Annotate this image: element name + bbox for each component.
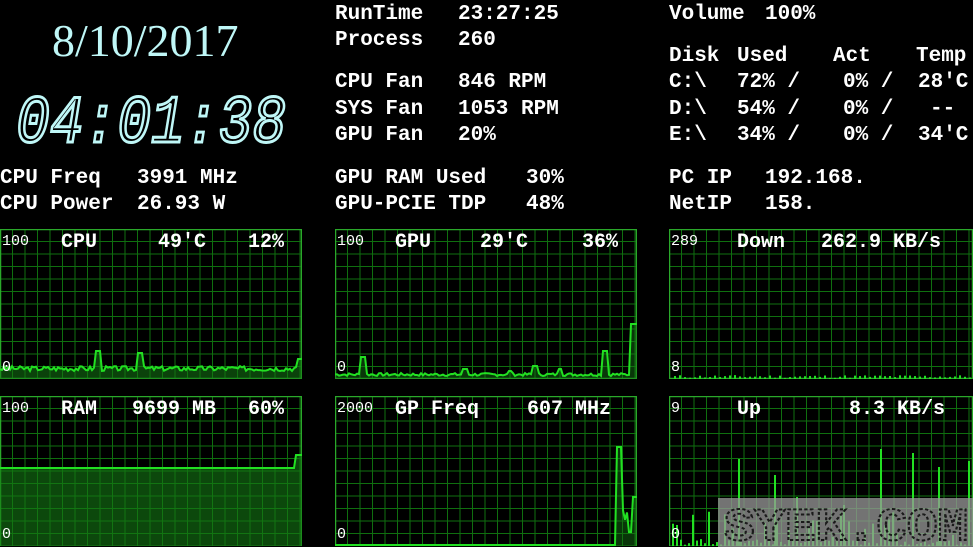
clock-display: 04:01:38 <box>15 85 288 151</box>
up-graph-label: Up <box>737 398 762 421</box>
disk-d-used: 54% / <box>737 98 801 121</box>
up-graph-min: 0 <box>671 526 681 543</box>
gpfreq-graph-value: 607 MHz <box>527 398 612 421</box>
ram-graph-max: 100 <box>2 400 30 417</box>
net-ip-value: 158. <box>765 193 816 216</box>
volume-value: 100% <box>765 3 816 26</box>
process-value: 260 <box>458 29 496 52</box>
down-graph-min: 8 <box>671 359 681 376</box>
graph-trace <box>335 323 637 378</box>
cpu-graph-value: 12% <box>248 231 285 254</box>
gpu-tdp-label: GPU-PCIE TDP <box>335 193 487 216</box>
ram-graph-panel: 100 0 RAM 9699 MB 60% <box>0 396 302 546</box>
cpu-graph-temp: 49'C <box>158 231 207 254</box>
down-graph-panel: 289 8 Down 262.9 KB/s <box>669 229 973 379</box>
gpu-tdp-value: 48% <box>526 193 564 216</box>
cpu-fan-label: CPU Fan <box>335 71 424 94</box>
pc-ip-value: 192.168. <box>765 167 866 190</box>
pc-ip-label: PC IP <box>669 167 733 190</box>
down-graph-label: Down <box>737 231 786 254</box>
disk-d-act: 0% / <box>843 98 894 121</box>
down-graph-value: 262.9 KB/s <box>821 231 942 254</box>
watermark-text: SYEK.COM <box>724 502 968 547</box>
disk-e-used: 34% / <box>737 124 801 147</box>
cpu-power-value: 26.93 W <box>137 193 226 216</box>
gpu-graph-value: 36% <box>582 231 619 254</box>
runtime-label: RunTime <box>335 3 424 26</box>
down-graph-max: 289 <box>671 233 699 250</box>
disk-c-act: 0% / <box>843 71 894 94</box>
cpu-fan-value: 846 RPM <box>458 71 547 94</box>
graph-trace <box>0 454 302 469</box>
cpu-graph-panel: 100 0 CPU 49'C 12% <box>0 229 302 379</box>
date-display: 8/10/2017 <box>52 15 239 66</box>
disk-header-used: Used <box>737 45 788 68</box>
cpu-freq-value: 3991 MHz <box>137 167 238 190</box>
gpu-ram-label: GPU RAM Used <box>335 167 487 190</box>
cpu-graph-label: CPU <box>61 231 98 254</box>
cpu-graph-max: 100 <box>2 233 30 250</box>
ram-graph-mb: 9699 MB <box>132 398 217 421</box>
net-ip-label: NetIP <box>669 193 733 216</box>
disk-d-temp: -- <box>930 98 956 121</box>
gpfreq-graph-panel: 2000 0 GP Freq 607 MHz <box>335 396 637 546</box>
gpu-graph-panel: 100 0 GPU 29'C 36% <box>335 229 637 379</box>
gpu-graph-label: GPU <box>395 231 432 254</box>
process-label: Process <box>335 29 424 52</box>
disk-e-drive: E:\ <box>669 124 707 147</box>
gpu-ram-value: 30% <box>526 167 564 190</box>
volume-label: Volume <box>669 3 745 26</box>
disk-c-drive: C:\ <box>669 71 707 94</box>
ram-graph-value: 60% <box>248 398 285 421</box>
ram-graph-label: RAM <box>61 398 98 421</box>
disk-d-drive: D:\ <box>669 98 707 121</box>
cpu-power-label: CPU Power <box>0 193 114 216</box>
gpu-graph-max: 100 <box>337 233 365 250</box>
disk-header-act: Act <box>833 45 871 68</box>
disk-header-disk: Disk <box>669 45 720 68</box>
gpfreq-graph-min: 0 <box>337 526 347 543</box>
up-graph-max: 9 <box>671 400 681 417</box>
sys-fan-label: SYS Fan <box>335 98 424 121</box>
cpu-graph-min: 0 <box>2 359 12 376</box>
graph-fill <box>0 351 302 379</box>
watermark-logo: SYEK.COM <box>718 498 973 547</box>
graph-fill <box>335 324 637 379</box>
ram-graph-min: 0 <box>2 526 12 543</box>
gpfreq-graph-label: GP Freq <box>395 398 480 421</box>
disk-e-temp: 34'C <box>918 124 969 147</box>
runtime-value: 23:27:25 <box>458 3 559 26</box>
disk-header-temp: Temp <box>916 45 967 68</box>
gpfreq-graph-max: 2000 <box>337 400 374 417</box>
gpu-fan-value: 20% <box>458 124 496 147</box>
disk-e-act: 0% / <box>843 124 894 147</box>
up-graph-value: 8.3 KB/s <box>849 398 946 421</box>
gpu-fan-label: GPU Fan <box>335 124 424 147</box>
sys-fan-value: 1053 RPM <box>458 98 559 121</box>
gpu-graph-temp: 29'C <box>480 231 529 254</box>
clock-time: 04:01:38 <box>16 86 286 150</box>
cpu-freq-label: CPU Freq <box>0 167 101 190</box>
disk-c-temp: 28'C <box>918 71 969 94</box>
disk-c-used: 72% / <box>737 71 801 94</box>
gpu-graph-min: 0 <box>337 359 347 376</box>
